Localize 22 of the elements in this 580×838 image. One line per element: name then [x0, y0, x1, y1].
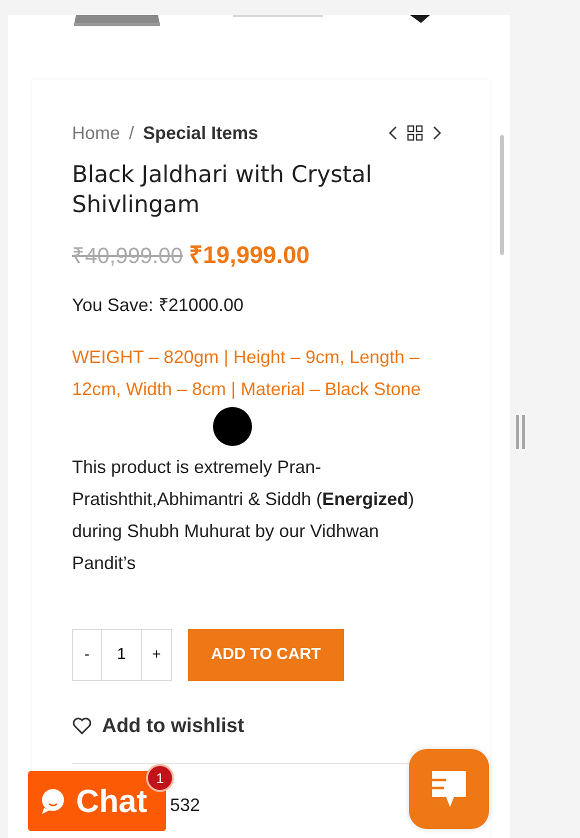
resize-handle[interactable]: [516, 415, 525, 449]
heart-icon: [72, 717, 92, 735]
description-text: This product is extremely Pran-Pratishthit,Abhimantri & Siddh (Energized) during Shubh Muhurat by our Vidhwan Pandit’s: [72, 456, 416, 575]
breadcrumb-current: Special Items: [143, 122, 258, 145]
scrollbar-thumb[interactable]: [500, 135, 504, 255]
chat-bubble-icon: [40, 788, 66, 814]
decrease-button[interactable]: -: [72, 629, 102, 681]
messenger-button[interactable]: [409, 749, 489, 829]
increase-button[interactable]: +: [141, 629, 172, 681]
savings-text: You Save: ₹21000.00: [72, 294, 244, 317]
specs-text: WEIGHT – 820gm | Height – 9cm, Length – 12cm, Width – 8cm | Material – Black Stone: [72, 346, 422, 401]
quantity-field[interactable]: 1: [102, 629, 141, 681]
product-title: Black Jaldhari with Crystal Shivlingam: [72, 161, 373, 220]
sku-text: 532: [170, 794, 202, 817]
original-price: ₹40,999.00: [72, 242, 183, 270]
grid-icon[interactable]: [407, 125, 423, 141]
chevron-left-icon[interactable]: [388, 126, 397, 140]
wishlist-link[interactable]: Add to wishlist: [72, 711, 244, 741]
sale-price: ₹19,999.00: [188, 241, 310, 271]
breadcrumb-link[interactable]: Home: [72, 120, 120, 146]
chevron-right-icon[interactable]: [433, 126, 442, 140]
breadcrumb-separator: /: [129, 122, 134, 144]
